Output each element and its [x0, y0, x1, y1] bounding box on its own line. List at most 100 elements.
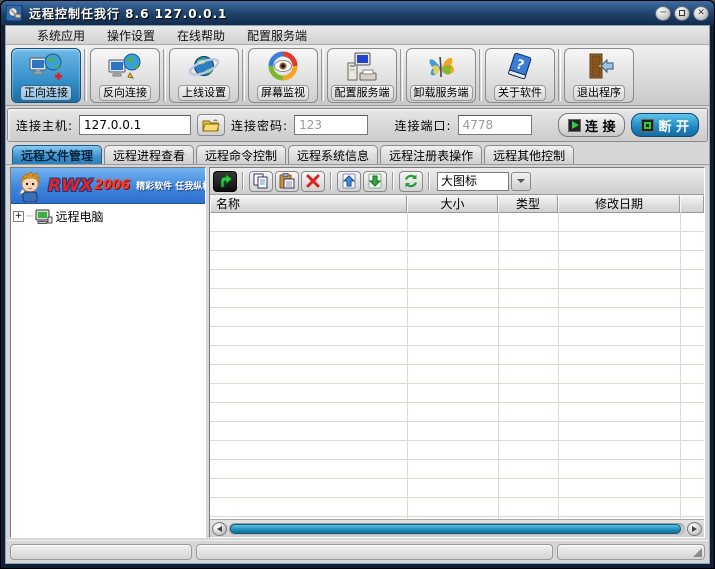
status-segment-2 [196, 544, 553, 560]
title-bar: 远程控制任我行 8.6 127.0.0.1 ─ ✕ [1, 1, 714, 25]
online-settings-icon [187, 51, 221, 83]
paste-icon [279, 173, 295, 189]
online-settings-button[interactable]: 上线设置 [169, 48, 239, 103]
tab-process-view[interactable]: 远程进程查看 [104, 145, 194, 164]
refresh-button[interactable] [399, 171, 423, 192]
banner-year: 2006 [94, 178, 130, 193]
toolbar-button-label: 卸载服务端 [410, 85, 473, 101]
copy-button[interactable] [249, 171, 273, 192]
tab-file-manager[interactable]: 远程文件管理 [12, 145, 102, 164]
column-header-size[interactable]: 大小 [407, 195, 498, 213]
column-gridline [407, 213, 408, 519]
app-window: 远程控制任我行 8.6 127.0.0.1 ─ ✕ 系统应用 操作设置 在线帮助… [0, 0, 715, 569]
scroll-left-button[interactable] [212, 522, 227, 536]
scrollbar-track[interactable] [229, 523, 685, 535]
horizontal-scrollbar[interactable] [210, 519, 704, 537]
host-input[interactable] [79, 115, 191, 135]
exit-program-button[interactable]: 退出程序 [564, 48, 634, 103]
scroll-right-button[interactable] [687, 522, 702, 536]
paste-button[interactable] [275, 171, 299, 192]
delete-button[interactable] [301, 171, 325, 192]
close-button[interactable]: ✕ [693, 6, 709, 21]
tree-item-remote-computer[interactable]: + ···· 远程电脑 [13, 208, 203, 225]
tree-expander-icon[interactable]: + [13, 211, 24, 222]
resize-grip[interactable] [693, 548, 702, 557]
minimize-button[interactable]: ─ [655, 6, 671, 21]
go-up-button[interactable] [213, 171, 237, 192]
delete-x-icon [305, 173, 321, 189]
window-title: 远程控制任我行 8.6 127.0.0.1 [29, 5, 655, 22]
main-toolbar: 正向连接 反向连接 上线设置 屏幕监视 [6, 45, 709, 106]
scrollbar-thumb[interactable] [230, 524, 681, 534]
toolbar-separator [84, 49, 87, 101]
reverse-connect-button[interactable]: 反向连接 [90, 48, 160, 103]
toolbar-separator [400, 49, 403, 101]
menu-operation[interactable]: 操作设置 [96, 27, 166, 44]
about-software-button[interactable]: ? 关于软件 [485, 48, 555, 103]
configure-server-icon [345, 51, 379, 83]
open-host-list-button[interactable] [197, 114, 225, 136]
connect-button-label: 连 接 [585, 116, 616, 135]
disconnect-button-label: 断 开 [658, 116, 689, 135]
maximize-icon [679, 10, 685, 16]
column-gridline [558, 213, 559, 519]
file-list[interactable] [210, 213, 704, 519]
connect-play-icon [568, 119, 581, 132]
tree-item-label: 远程电脑 [55, 208, 103, 225]
chevron-down-icon [517, 179, 525, 183]
toolbar-separator [242, 49, 245, 101]
scroll-left-icon [217, 526, 222, 532]
view-mode-dropdown-button[interactable] [511, 172, 531, 191]
remote-computer-tree[interactable]: + ···· 远程电脑 [11, 204, 205, 537]
column-header-type[interactable]: 类型 [498, 195, 558, 213]
port-input[interactable] [458, 115, 532, 135]
exit-program-icon [582, 51, 616, 83]
app-icon [6, 5, 23, 21]
uninstall-server-button[interactable]: 卸载服务端 [406, 48, 476, 103]
menu-config-server[interactable]: 配置服务端 [236, 27, 318, 44]
column-header-filler [680, 195, 704, 213]
column-gridline [498, 213, 499, 519]
file-toolbar-separator [242, 172, 244, 190]
client-area: 系统应用 操作设置 在线帮助 配置服务端 正向连接 反向连接 [5, 25, 710, 564]
download-button[interactable] [363, 171, 387, 192]
download-icon [367, 173, 383, 189]
password-input[interactable] [294, 115, 368, 135]
tab-bar: 远程文件管理 远程进程查看 远程命令控制 远程系统信息 远程注册表操作 远程其他… [6, 144, 709, 165]
window-controls: ─ ✕ [655, 6, 709, 21]
disconnect-button[interactable]: 断 开 [631, 113, 699, 137]
screen-monitor-icon [266, 51, 300, 83]
upload-button[interactable] [337, 171, 361, 192]
screen-monitor-button[interactable]: 屏幕监视 [248, 48, 318, 103]
tab-system-info[interactable]: 远程系统信息 [288, 145, 378, 164]
tab-registry[interactable]: 远程注册表操作 [380, 145, 482, 164]
tree-dotted-line: ···· [26, 212, 33, 222]
column-header-date[interactable]: 修改日期 [558, 195, 680, 213]
file-toolbar-separator [330, 172, 332, 190]
view-mode-select[interactable]: 大图标 [437, 172, 509, 191]
forward-connect-button[interactable]: 正向连接 [11, 48, 81, 103]
uninstall-server-icon [424, 51, 458, 83]
banner-slogan: 精彩软件 任我纵横 [136, 179, 205, 192]
toolbar-button-label: 关于软件 [494, 85, 546, 101]
configure-server-button[interactable]: 配置服务端 [327, 48, 397, 103]
file-toolbar-separator [392, 172, 394, 190]
toolbar-button-label: 屏幕监视 [257, 85, 309, 101]
folder-open-icon [202, 118, 220, 132]
connection-bar-wrap: 连接主机: 连接密码: 连接端口: 连 接 断 开 [6, 106, 709, 144]
maximize-button[interactable] [674, 6, 690, 21]
connection-bar: 连接主机: 连接密码: 连接端口: 连 接 断 开 [7, 108, 708, 142]
tab-other-control[interactable]: 远程其他控制 [484, 145, 574, 164]
column-header-name[interactable]: 名称 [210, 195, 407, 213]
toolbar-button-label: 正向连接 [20, 85, 72, 101]
host-label: 连接主机: [16, 117, 73, 134]
toolbar-separator [163, 49, 166, 101]
about-software-icon: ? [503, 51, 537, 83]
toolbar-separator [479, 49, 482, 101]
tab-command-control[interactable]: 远程命令控制 [196, 145, 286, 164]
password-label: 连接密码: [231, 117, 288, 134]
menu-help[interactable]: 在线帮助 [166, 27, 236, 44]
connect-button[interactable]: 连 接 [558, 113, 626, 137]
file-panel: 大图标 名称 大小 类型 修改日期 [209, 167, 705, 538]
menu-system[interactable]: 系统应用 [26, 27, 96, 44]
